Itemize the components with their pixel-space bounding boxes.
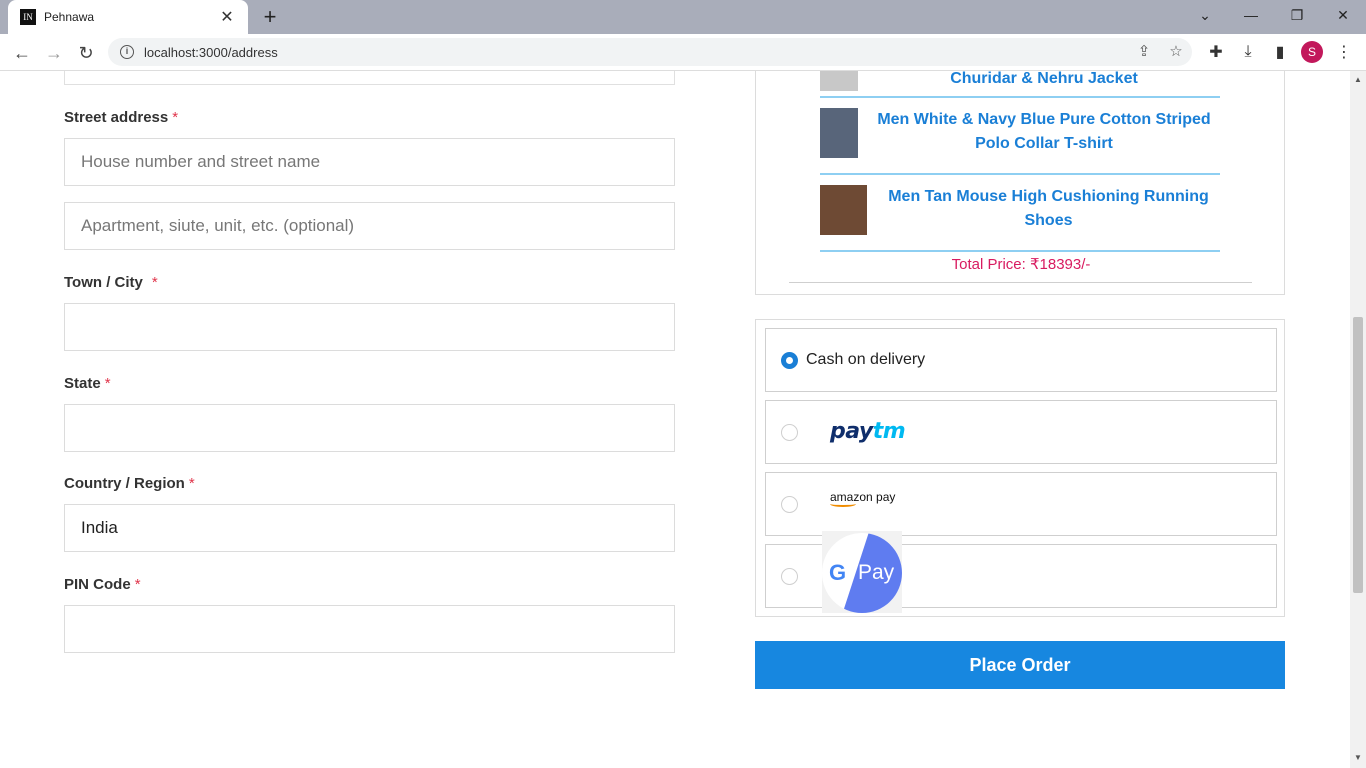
gpay-logo: G Pay	[822, 531, 902, 613]
scroll-down-arrow-icon[interactable]: ▼	[1353, 753, 1363, 763]
summary-divider	[789, 282, 1252, 283]
paytm-logo: paytm	[830, 419, 906, 444]
product-thumbnail	[820, 71, 858, 91]
scroll-up-arrow-icon[interactable]: ▲	[1353, 75, 1363, 85]
page-scrollbar[interactable]: ▲ ▼	[1350, 71, 1366, 768]
payment-option-paytm[interactable]: paytm	[765, 400, 1277, 464]
close-tab-icon[interactable]: ✕	[218, 7, 236, 27]
apartment-input[interactable]	[64, 202, 675, 250]
minimize-button[interactable]: —	[1228, 0, 1274, 30]
payment-option-amazonpay[interactable]: amazon pay	[765, 472, 1277, 536]
product-name[interactable]: Men White & Navy Blue Pure Cotton Stripe…	[868, 108, 1220, 156]
total-price: Total Price: ₹18393/-	[951, 256, 1091, 273]
download-icon[interactable]: ⤓	[1235, 39, 1261, 65]
site-info-icon[interactable]: i	[120, 45, 134, 59]
product-thumbnail	[820, 185, 867, 235]
close-window-button[interactable]: ✕	[1320, 0, 1366, 30]
paytm-radio[interactable]	[781, 424, 798, 441]
extensions-puzzle-icon[interactable]: ✚	[1203, 39, 1229, 65]
summary-item[interactable]: Churidar & Nehru Jacket	[820, 71, 1220, 98]
payment-options: Cash on delivery paytm amazon pay G Pay	[755, 319, 1285, 617]
browser-tab[interactable]: IN Pehnawa ✕	[8, 0, 248, 34]
gpay-radio[interactable]	[781, 568, 798, 585]
cod-radio[interactable]	[781, 352, 798, 369]
side-panel-icon[interactable]: ▮	[1267, 39, 1293, 65]
tab-title: Pehnawa	[44, 10, 95, 24]
reload-icon[interactable]: ↻	[73, 40, 99, 66]
cod-label: Cash on delivery	[806, 351, 926, 368]
country-label: Country / Region *	[64, 475, 195, 492]
scrollbar-thumb[interactable]	[1353, 317, 1363, 593]
tab-search-chevron-icon[interactable]: ⌄	[1182, 0, 1228, 30]
site-favicon-icon: IN	[20, 9, 36, 25]
product-name[interactable]: Men Tan Mouse High Cushioning Running Sh…	[877, 185, 1220, 233]
pin-code-label: PIN Code *	[64, 576, 141, 593]
summary-item[interactable]: Men Tan Mouse High Cushioning Running Sh…	[820, 185, 1220, 252]
bookmark-star-icon[interactable]: ☆	[1164, 39, 1188, 63]
state-input[interactable]	[64, 404, 675, 452]
city-input[interactable]	[64, 303, 675, 351]
pin-code-input[interactable]	[64, 605, 675, 653]
browser-toolbar: ← → ↻ i localhost:3000/address ⇪ ☆ ✚ ⤓ ▮…	[0, 34, 1366, 71]
payment-option-gpay[interactable]: G Pay	[765, 531, 1277, 613]
page-content: Street address* Town / City* State* Coun…	[0, 71, 1350, 768]
profile-avatar[interactable]: S	[1301, 41, 1323, 63]
amazonpay-logo: amazon pay	[830, 490, 895, 507]
address-bar[interactable]: i localhost:3000/address	[108, 38, 1192, 66]
payment-option-cod[interactable]: Cash on delivery	[765, 328, 1277, 392]
restore-button[interactable]: ❐	[1274, 0, 1320, 30]
url-text: localhost:3000/address	[144, 44, 278, 60]
back-arrow-icon[interactable]: ←	[9, 40, 35, 66]
product-name[interactable]: Churidar & Nehru Jacket	[920, 71, 1168, 91]
amazonpay-radio[interactable]	[781, 496, 798, 513]
city-label: Town / City *	[64, 274, 158, 291]
product-thumbnail	[820, 108, 858, 158]
new-tab-button[interactable]: +	[258, 5, 282, 29]
country-input[interactable]	[64, 504, 675, 552]
forward-arrow-icon[interactable]: →	[41, 40, 67, 66]
share-icon[interactable]: ⇪	[1132, 39, 1156, 63]
street-address-label: Street address *	[64, 109, 179, 126]
street-address-input[interactable]	[64, 138, 675, 186]
browser-tab-bar: IN Pehnawa ✕ + ⌄ — ❐ ✕	[0, 0, 1366, 34]
summary-item[interactable]: Men White & Navy Blue Pure Cotton Stripe…	[820, 108, 1220, 175]
place-order-button[interactable]: Place Order	[755, 641, 1285, 689]
previous-field-bottom[interactable]	[64, 71, 675, 85]
order-summary: Churidar & Nehru Jacket Men White & Navy…	[755, 71, 1285, 295]
state-label: State *	[64, 375, 111, 392]
browser-menu-icon[interactable]: ⋮	[1331, 39, 1357, 65]
